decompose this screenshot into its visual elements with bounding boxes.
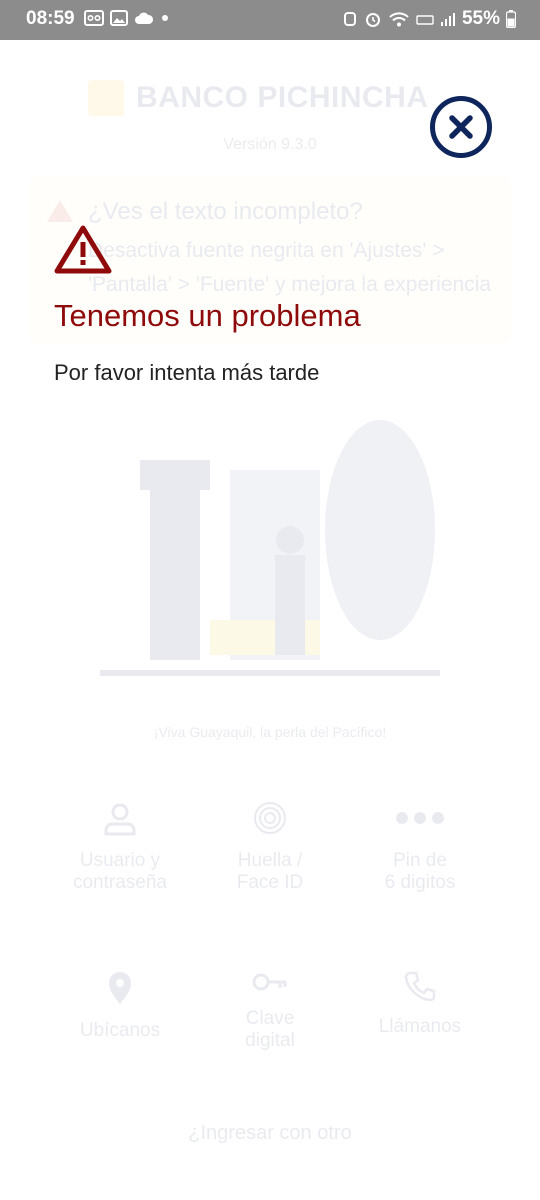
background-login-screen: BANCO PICHINCHA Versión 9.3.0 ¿Ves el te…: [0, 40, 540, 1200]
key-icon: [252, 973, 287, 991]
other-login-link[interactable]: ¿Ingresar con otro: [0, 1122, 540, 1145]
volte-icon: [416, 15, 434, 25]
user-icon: [104, 803, 136, 836]
error-message: Por favor intenta más tarde: [54, 360, 320, 385]
close-icon: [449, 115, 473, 139]
notification-icons: [84, 10, 170, 26]
brand-header: BANCO PICHINCHA: [88, 80, 429, 116]
illustration-caption: ¡Viva Guayaquil, la perla del Pacífico!: [153, 724, 387, 740]
status-bar: 08:59 55%: [0, 0, 540, 40]
notice-body: Desactiva fuente negrita en 'Ajustes' > …: [88, 239, 492, 296]
signal-icon: [440, 13, 455, 26]
status-time: 08:59: [26, 8, 75, 29]
cloud-icon: [135, 12, 154, 24]
phone-icon: [404, 971, 436, 1002]
close-button[interactable]: [430, 96, 492, 158]
alarm-icon: [365, 13, 380, 27]
system-icons: 55%: [342, 8, 516, 30]
warning-icon: [47, 200, 73, 222]
wifi-icon: [389, 12, 409, 27]
dots-icon: [396, 812, 444, 824]
mute-icon: [343, 12, 356, 26]
option-label: 6 digitos: [384, 872, 456, 893]
option-label: Llámanos: [378, 1016, 462, 1037]
option-call-us[interactable]: Llámanos: [330, 970, 510, 1038]
warning-icon: [54, 225, 112, 274]
option-pin[interactable]: Pin de 6 digitos: [330, 800, 510, 894]
error-title: Tenemos un problema: [54, 298, 361, 333]
image-icon: [110, 10, 128, 26]
dot-icon: [162, 15, 168, 21]
voicemail-icon: [84, 10, 104, 26]
option-label: Pin de: [393, 850, 447, 871]
notice-title: ¿Ves el texto incompleto?: [88, 198, 363, 225]
fingerprint-icon: [254, 802, 286, 834]
battery-percent: 55%: [461, 8, 500, 29]
guayaquil-illustration: [100, 420, 440, 676]
brand-name: BANCO PICHINCHA: [136, 81, 429, 114]
location-pin-icon: [109, 972, 131, 1004]
bank-logo-icon: [88, 80, 124, 116]
battery-icon: [506, 10, 516, 28]
